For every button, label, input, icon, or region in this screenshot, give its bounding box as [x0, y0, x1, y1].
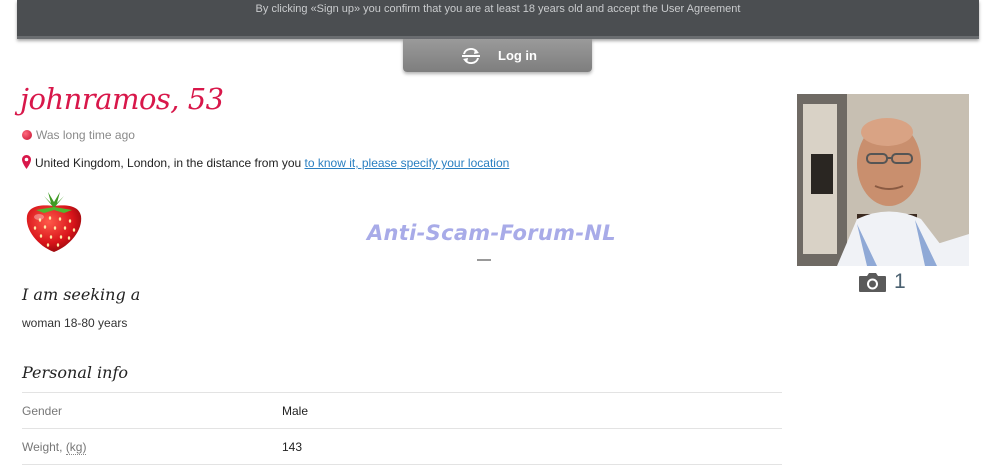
- seeking-value: woman 18-80 years: [22, 316, 128, 330]
- photo-count-number: 1: [894, 270, 906, 293]
- table-row: Weight, (kg) 143: [22, 428, 782, 465]
- watermark: Anti-Scam-Forum-NL: [367, 221, 616, 245]
- top-bar: By clicking «Sign up» you confirm that y…: [17, 0, 979, 39]
- camera-icon: [859, 273, 886, 292]
- profile-photo-image: [797, 94, 969, 266]
- table-row: Gender Male: [22, 392, 782, 429]
- weight-label-cell: Weight, (kg): [22, 428, 282, 465]
- signup-notice: By clicking «Sign up» you confirm that y…: [255, 3, 741, 15]
- weight-value: 143: [282, 428, 782, 465]
- refresh-arrows-icon: [462, 48, 480, 64]
- status-dot-icon: [22, 130, 32, 140]
- watermark-dash: [477, 259, 491, 261]
- login-button[interactable]: Log in: [403, 39, 592, 72]
- seeking-heading: I am seeking a: [22, 285, 141, 304]
- strawberry-icon: [26, 192, 82, 252]
- gender-value: Male: [282, 392, 782, 429]
- status-text: Was long time ago: [36, 128, 135, 142]
- personal-info-heading: Personal info: [22, 363, 129, 382]
- online-status: Was long time ago: [22, 128, 135, 142]
- location-text: United Kingdom, London, in the distance …: [35, 156, 302, 170]
- weight-label: Weight,: [22, 439, 63, 454]
- specify-location-link[interactable]: to know it, please specify your location: [305, 156, 510, 170]
- profile-name: johnramos, 53: [20, 82, 224, 116]
- location-row: United Kingdom, London, in the distance …: [22, 155, 509, 170]
- personal-info-table: Gender Male Weight, (kg) 143: [22, 392, 782, 465]
- login-label: Log in: [498, 48, 537, 63]
- weight-unit: (kg): [65, 439, 87, 455]
- location-pin-icon: [22, 155, 31, 169]
- profile-photo[interactable]: [797, 94, 969, 266]
- gender-label: Gender: [22, 392, 282, 429]
